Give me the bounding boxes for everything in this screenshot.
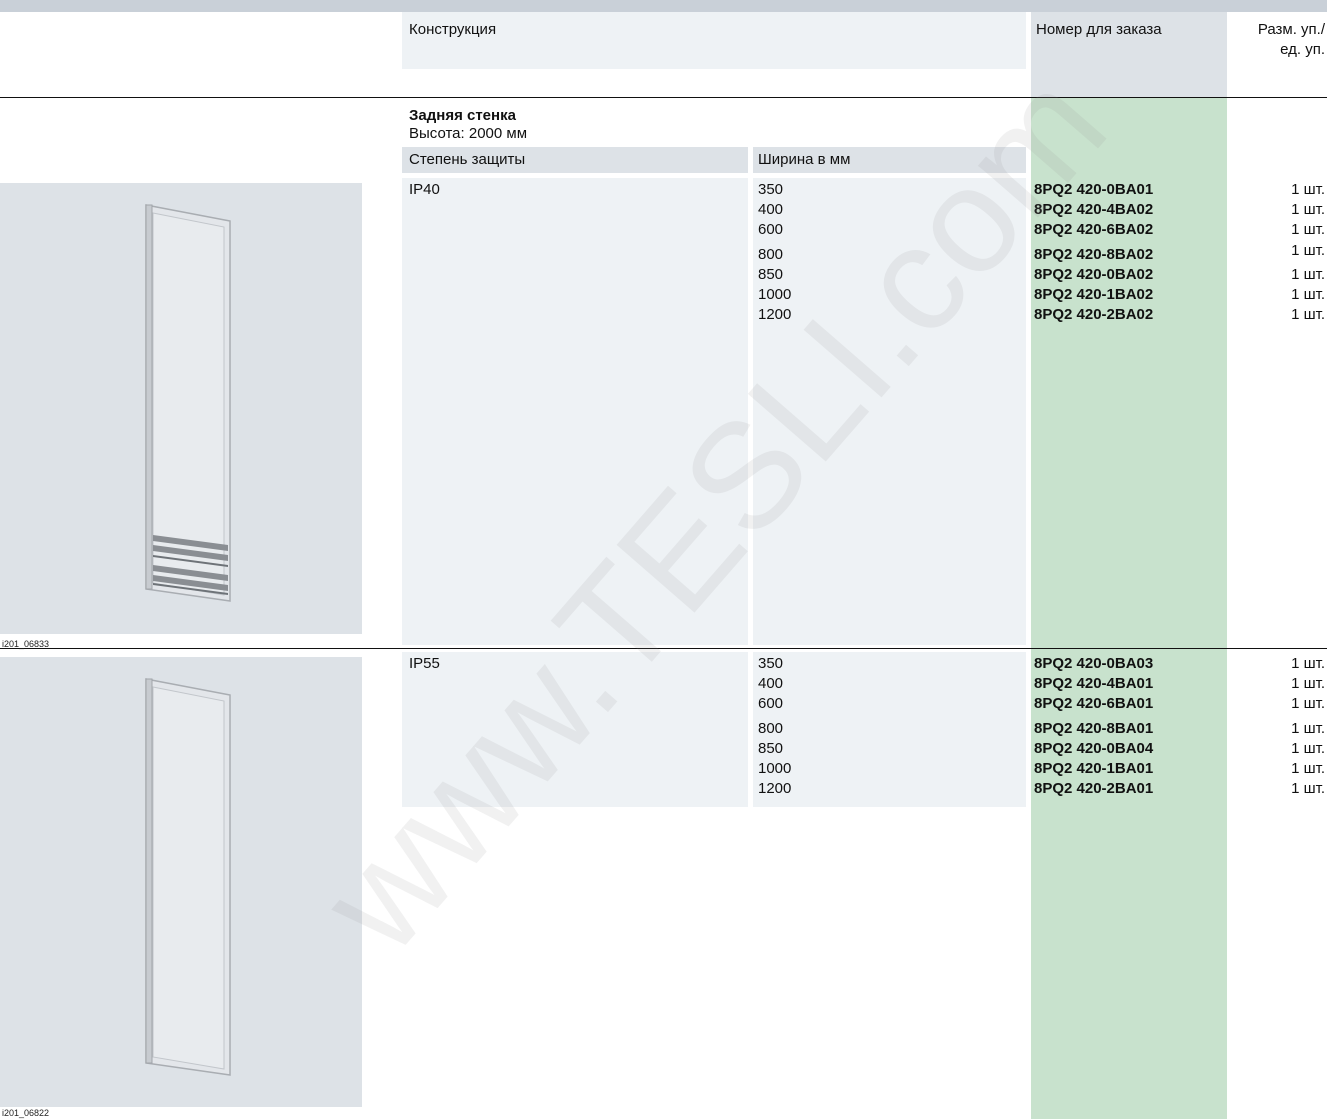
pack-quantity: 1 шт. [1291,780,1325,797]
subheader-protection: Степень защиты [409,151,526,168]
order-number: 8PQ2 420-8BA01 [1034,720,1154,737]
pack-quantity: 1 шт. [1291,286,1325,303]
pack-quantity: 1 шт. [1291,221,1325,238]
header-pack-size: Разм. уп./ ед. уп. [1232,20,1325,60]
protection-class-ip40: IP40 [409,181,440,198]
group2-protection-panel [402,652,748,807]
width-value: 1200 [758,306,792,323]
width-value: 850 [758,740,784,757]
group1-protection-panel [402,178,748,645]
order-number: 8PQ2 420-2BA01 [1034,780,1154,797]
group-divider [0,648,1327,649]
pack-quantity: 1 шт. [1291,720,1325,737]
width-value: 600 [758,695,784,712]
width-value: 800 [758,246,784,263]
image-caption-1: i201_06833 [2,639,50,649]
order-number: 8PQ2 420-4BA02 [1034,201,1154,218]
order-number: 8PQ2 420-0BA03 [1034,655,1154,672]
pack-quantity: 1 шт. [1291,740,1325,757]
pack-quantity: 1 шт. [1291,695,1325,712]
order-number: 8PQ2 420-1BA01 [1034,760,1154,777]
pack-quantity: 1 шт. [1291,266,1325,283]
pack-quantity: 1 шт. [1291,242,1325,259]
top-bar [0,0,1327,12]
protection-class-ip55: IP55 [409,655,440,672]
width-value: 1200 [758,780,792,797]
back-wall-image-ip40 [0,183,362,634]
group1-width-panel [753,178,1026,645]
width-value: 1000 [758,760,792,777]
width-value: 600 [758,221,784,238]
width-value: 850 [758,266,784,283]
pack-quantity: 1 шт. [1291,181,1325,198]
header-pack-size-line2: ед. уп. [1280,41,1325,58]
order-number: 8PQ2 420-0BA02 [1034,266,1154,283]
order-number: 8PQ2 420-6BA01 [1034,695,1154,712]
header-divider [0,97,1327,98]
order-number: 8PQ2 420-2BA02 [1034,306,1154,323]
pack-quantity: 1 шт. [1291,760,1325,777]
order-number: 8PQ2 420-6BA02 [1034,221,1154,238]
order-number: 8PQ2 420-8BA02 [1034,246,1154,263]
section-title: Задняя стенка [409,107,516,124]
header-construction: Конструкция [409,21,497,38]
width-value: 350 [758,181,784,198]
pack-quantity: 1 шт. [1291,655,1325,672]
width-value: 400 [758,675,784,692]
order-number: 8PQ2 420-1BA02 [1034,286,1154,303]
pack-quantity: 1 шт. [1291,675,1325,692]
order-number: 8PQ2 420-0BA04 [1034,740,1154,757]
width-value: 400 [758,201,784,218]
width-value: 800 [758,720,784,737]
header-pack-size-line1: Разм. уп./ [1257,21,1325,38]
image-caption-2: i201_06822 [2,1108,50,1118]
width-value: 350 [758,655,784,672]
order-number: 8PQ2 420-4BA01 [1034,675,1154,692]
width-value: 1000 [758,286,792,303]
subheader-width: Ширина в мм [758,151,851,168]
header-order-number: Номер для заказа [1036,21,1162,38]
section-subtitle: Высота: 2000 мм [409,125,528,142]
pack-quantity: 1 шт. [1291,306,1325,323]
back-wall-plain-drawing-icon [145,678,231,1076]
back-wall-image-ip55 [0,657,362,1107]
back-wall-drawing-icon [145,204,231,602]
order-number: 8PQ2 420-0BA01 [1034,181,1154,198]
pack-quantity: 1 шт. [1291,201,1325,218]
group2-width-panel [753,652,1026,807]
